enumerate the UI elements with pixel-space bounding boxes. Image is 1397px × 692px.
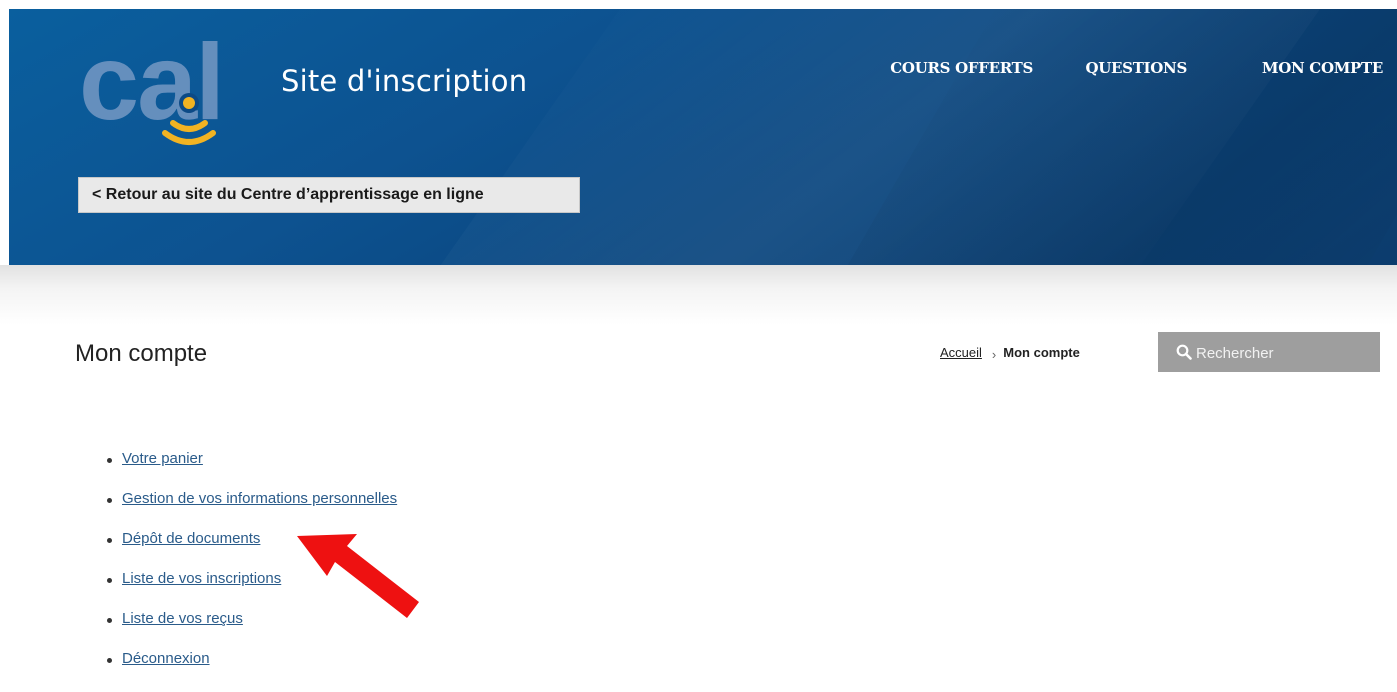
search-box[interactable]: [1158, 332, 1380, 374]
back-to-main-site-button[interactable]: < Retour au site du Centre d’apprentissa…: [78, 177, 580, 213]
bullet: [107, 498, 112, 503]
header-shadow: [0, 265, 1397, 325]
breadcrumb-separator: ›: [991, 347, 997, 362]
breadcrumb-current: Mon compte: [1003, 345, 1080, 360]
list-item: Votre panier: [105, 450, 397, 490]
link-depot-de-documents[interactable]: Dépôt de documents: [122, 530, 260, 547]
bullet: [107, 618, 112, 623]
breadcrumb-home-link[interactable]: Accueil: [940, 345, 982, 360]
link-liste-inscriptions[interactable]: Liste de vos inscriptions: [122, 570, 281, 587]
nav-questions[interactable]: QUESTIONS: [1085, 59, 1187, 77]
link-liste-recus[interactable]: Liste de vos reçus: [122, 610, 243, 627]
link-votre-panier[interactable]: Votre panier: [122, 450, 203, 467]
nav-mon-compte[interactable]: MON COMPTE: [1262, 59, 1383, 77]
link-deconnexion[interactable]: Déconnexion: [122, 650, 210, 667]
list-item: Déconnexion: [105, 650, 397, 690]
annotation-arrow-icon: [297, 534, 419, 618]
bullet: [107, 658, 112, 663]
cal-logo[interactable]: cal: [75, 19, 275, 159]
nav-cours-offerts[interactable]: COURS OFFERTS: [890, 59, 1033, 77]
search-icon: [1176, 344, 1192, 360]
page-title: Mon compte: [75, 340, 208, 367]
bullet: [107, 578, 112, 583]
site-title: Site d'inscription: [281, 64, 528, 98]
bullet: [107, 538, 112, 543]
search-input[interactable]: [1194, 332, 1378, 374]
breadcrumb: Accueil › Mon compte: [940, 345, 1080, 362]
header-banner: cal Site d'inscription COURS OFFERTS QUE…: [9, 9, 1397, 265]
list-item: Gestion de vos informations personnelles: [105, 490, 397, 530]
link-informations-personnelles[interactable]: Gestion de vos informations personnelles: [122, 490, 397, 507]
bullet: [107, 458, 112, 463]
